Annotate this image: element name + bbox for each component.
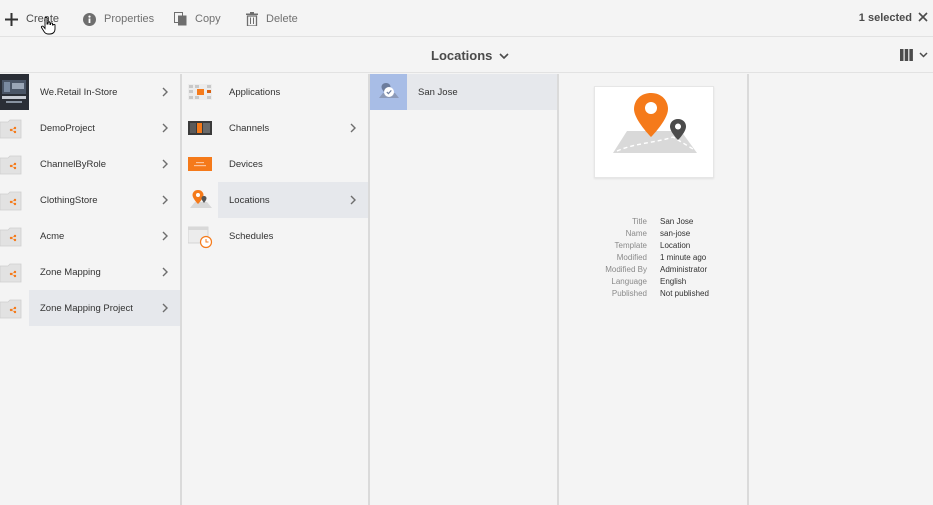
copy-icon — [174, 12, 187, 26]
metadata-key: Name — [625, 229, 647, 238]
metadata-row: Modified 1 minute ago — [559, 252, 749, 264]
metadata-key: Title — [632, 217, 647, 226]
section-row-applications[interactable]: Applications — [182, 74, 368, 110]
metadata-key: Modified — [616, 253, 647, 262]
metadata-row: Modified By Administrator — [559, 264, 749, 276]
applications-icon — [188, 74, 213, 110]
metadata-key: Modified By — [605, 265, 647, 274]
project-label: Zone Mapping — [40, 266, 101, 278]
hand-cursor-icon — [40, 17, 56, 35]
project-label: Zone Mapping Project — [40, 302, 133, 314]
section-label: Applications — [229, 86, 281, 98]
page-title: Locations — [431, 48, 493, 63]
properties-button[interactable]: Properties — [83, 10, 154, 28]
location-row-san-jose[interactable]: San Jose — [370, 74, 557, 110]
project-row-acme[interactable]: Acme — [0, 218, 180, 254]
metadata-key: Published — [611, 289, 647, 298]
project-row-clothingstore[interactable]: ClothingStore — [0, 182, 180, 218]
location-pin-icon — [188, 182, 213, 218]
we-retail-thumbnail — [0, 74, 29, 110]
project-row-zone-mapping-project[interactable]: Zone Mapping Project — [0, 290, 180, 326]
properties-label: Properties — [104, 13, 155, 25]
chevron-right-icon — [162, 303, 168, 313]
folder-share-icon — [0, 290, 29, 326]
sections-column: Applications Channels Devices Locations … — [182, 74, 370, 505]
folder-share-icon — [0, 146, 29, 182]
chevron-right-icon — [162, 267, 168, 277]
metadata-value: English — [660, 277, 687, 286]
metadata-row: Published Not published — [559, 288, 749, 300]
metadata-value: 1 minute ago — [660, 253, 707, 262]
project-label: We.Retail In-Store — [40, 86, 118, 98]
info-icon — [83, 12, 96, 26]
folder-share-icon — [0, 110, 29, 146]
chevron-right-icon — [162, 123, 168, 133]
folder-share-icon — [0, 182, 29, 218]
section-label: Schedules — [229, 230, 274, 242]
location-preview-card — [594, 86, 714, 178]
folder-share-icon — [0, 218, 29, 254]
chevron-right-icon — [350, 123, 356, 133]
toolbar: Create Properties Copy Delete 1 selected — [0, 0, 933, 37]
section-label: Locations — [229, 194, 270, 206]
project-label: ChannelByRole — [40, 158, 107, 170]
copy-button[interactable]: Copy — [174, 10, 221, 28]
chevron-right-icon — [162, 159, 168, 169]
folder-share-icon — [0, 254, 29, 290]
chevron-right-icon — [162, 87, 168, 97]
chevron-right-icon — [350, 195, 356, 205]
metadata-key: Language — [611, 277, 647, 286]
section-row-devices[interactable]: Devices — [182, 146, 368, 182]
projects-column: We.Retail In-Store DemoProject ChannelBy… — [0, 74, 182, 505]
metadata-row: Language English — [559, 276, 749, 288]
project-row-zone-mapping[interactable]: Zone Mapping — [0, 254, 180, 290]
locations-column: San Jose — [370, 74, 559, 505]
project-row-we-retail[interactable]: We.Retail In-Store — [0, 74, 180, 110]
schedule-icon — [188, 218, 213, 254]
metadata-row: Template Location — [559, 240, 749, 252]
delete-button[interactable]: Delete — [246, 10, 298, 28]
metadata-value: Location — [660, 241, 691, 250]
project-label: DemoProject — [40, 122, 95, 134]
plus-icon — [5, 12, 18, 26]
metadata-row: Name san-jose — [559, 228, 749, 240]
metadata-value: San Jose — [660, 217, 694, 226]
section-row-channels[interactable]: Channels — [182, 110, 368, 146]
location-map-illustration — [613, 93, 697, 153]
view-switcher-button[interactable] — [900, 49, 928, 61]
channels-icon — [188, 110, 213, 146]
chevron-down-icon — [919, 52, 928, 58]
metadata-value: Administrator — [660, 265, 708, 274]
metadata-value: Not published — [660, 289, 709, 298]
metadata-row: Title San Jose — [559, 216, 749, 228]
preview-column: Title San Jose Name san-jose Template Lo… — [559, 74, 749, 505]
metadata-key: Template — [614, 241, 647, 250]
section-row-locations[interactable]: Locations — [182, 182, 368, 218]
section-label: Channels — [229, 122, 270, 134]
location-title-dropdown[interactable]: Locations — [431, 48, 509, 63]
chevron-right-icon — [162, 195, 168, 205]
delete-label: Delete — [266, 13, 298, 25]
project-row-demoproject[interactable]: DemoProject — [0, 110, 180, 146]
location-check-icon — [370, 74, 407, 110]
project-row-channelbyrole[interactable]: ChannelByRole — [0, 146, 180, 182]
section-row-schedules[interactable]: Schedules — [182, 218, 368, 254]
selection-count: 1 selected — [858, 12, 912, 24]
column-view-icon — [900, 49, 913, 61]
metadata-list: Title San Jose Name san-jose Template Lo… — [559, 216, 749, 300]
devices-icon — [188, 146, 213, 182]
project-label: ClothingStore — [40, 194, 98, 206]
section-label: Devices — [229, 158, 263, 170]
close-icon[interactable] — [918, 12, 928, 22]
project-label: Acme — [40, 230, 65, 242]
title-bar: Locations — [0, 37, 933, 73]
chevron-right-icon — [162, 231, 168, 241]
trash-icon — [246, 12, 258, 26]
chevron-down-icon — [499, 52, 509, 59]
location-label: San Jose — [418, 86, 458, 98]
copy-label: Copy — [195, 13, 221, 25]
metadata-value: san-jose — [660, 229, 691, 238]
